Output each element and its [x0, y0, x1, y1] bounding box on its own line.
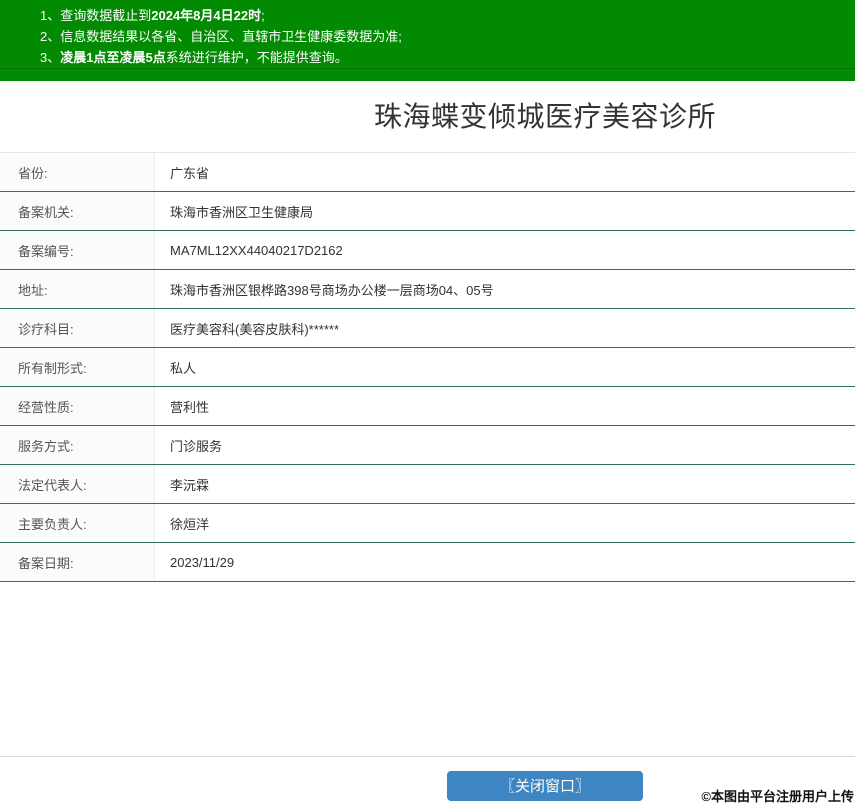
- table-row-service-mode: 服务方式: 门诊服务: [0, 426, 855, 465]
- field-label: 经营性质:: [0, 387, 155, 425]
- field-value: MA7ML12XX44040217D2162: [155, 231, 855, 269]
- notice-header: 1、查询数据截止到2024年8月4日22时; 2、信息数据结果以各省、自治区、直…: [0, 0, 855, 81]
- field-value: 广东省: [155, 153, 855, 191]
- field-value: 李沅霖: [155, 465, 855, 503]
- table-row-filing-date: 备案日期: 2023/11/29: [0, 543, 855, 582]
- notice-line-3-number: 3、: [40, 50, 60, 65]
- table-row-treatment-subjects: 诊疗科目: 医疗美容科(美容皮肤科)******: [0, 309, 855, 348]
- field-label: 备案编号:: [0, 231, 155, 269]
- notice-line-1-text: 查询数据截止到: [60, 8, 151, 23]
- close-window-button[interactable]: 〖关闭窗口〗: [447, 771, 643, 801]
- field-label: 诊疗科目:: [0, 309, 155, 347]
- record-detail-table: 省份: 广东省 备案机关: 珠海市香洲区卫生健康局 备案编号: MA7ML12X…: [0, 152, 855, 582]
- notice-line-1-number: 1、: [40, 8, 60, 23]
- table-row-address: 地址: 珠海市香洲区银桦路398号商场办公楼一层商场04、05号: [0, 270, 855, 309]
- notice-line-2-number: 2、: [40, 29, 60, 44]
- notice-line-3-bold-text: 凌晨1点至凌晨5点: [60, 50, 165, 65]
- table-row-main-person-in-charge: 主要负责人: 徐烜洋: [0, 504, 855, 543]
- table-row-filing-number: 备案编号: MA7ML12XX44040217D2162: [0, 231, 855, 270]
- field-value: 私人: [155, 348, 855, 386]
- notice-line-1: 1、查询数据截止到2024年8月4日22时;: [40, 5, 845, 26]
- field-value: 2023/11/29: [155, 543, 855, 581]
- field-label: 地址:: [0, 270, 155, 308]
- notice-header-bottom-strip: [0, 69, 855, 81]
- uploader-watermark: ©本图由平台注册用户上传: [701, 786, 854, 805]
- table-row-legal-representative: 法定代表人: 李沅霖: [0, 465, 855, 504]
- table-row-filing-authority: 备案机关: 珠海市香洲区卫生健康局: [0, 192, 855, 231]
- table-row-province: 省份: 广东省: [0, 153, 855, 192]
- field-label: 主要负责人:: [0, 504, 155, 542]
- field-value: 门诊服务: [155, 426, 855, 464]
- table-row-business-nature: 经营性质: 营利性: [0, 387, 855, 426]
- field-value: 医疗美容科(美容皮肤科)******: [155, 309, 855, 347]
- field-value: 珠海市香洲区卫生健康局: [155, 192, 855, 230]
- field-label: 备案机关:: [0, 192, 155, 230]
- field-value: 营利性: [155, 387, 855, 425]
- field-label: 所有制形式:: [0, 348, 155, 386]
- field-label: 服务方式:: [0, 426, 155, 464]
- footer-divider: [0, 756, 855, 757]
- notice-line-1-bold-text: 2024年8月4日22时: [151, 8, 261, 23]
- table-row-ownership-form: 所有制形式: 私人: [0, 348, 855, 387]
- notice-line-3: 3、凌晨1点至凌晨5点系统进行维护，不能提供查询。: [40, 47, 845, 68]
- notice-line-2: 2、信息数据结果以各省、自治区、直辖市卫生健康委数据为准;: [40, 26, 845, 47]
- page-title: 珠海蝶变倾城医疗美容诊所: [235, 97, 855, 137]
- field-value: 珠海市香洲区银桦路398号商场办公楼一层商场04、05号: [155, 270, 855, 308]
- field-label: 省份:: [0, 153, 155, 191]
- field-value: 徐烜洋: [155, 504, 855, 542]
- notice-line-3-suffix: 系统进行维护，不能提供查询。: [166, 50, 348, 65]
- notice-line-2-text: 信息数据结果以各省、自治区、直辖市卫生健康委数据为准;: [60, 29, 402, 44]
- notice-lines: 1、查询数据截止到2024年8月4日22时; 2、信息数据结果以各省、自治区、直…: [0, 0, 855, 69]
- field-label: 备案日期:: [0, 543, 155, 581]
- notice-line-1-suffix: ;: [261, 8, 265, 23]
- field-label: 法定代表人:: [0, 465, 155, 503]
